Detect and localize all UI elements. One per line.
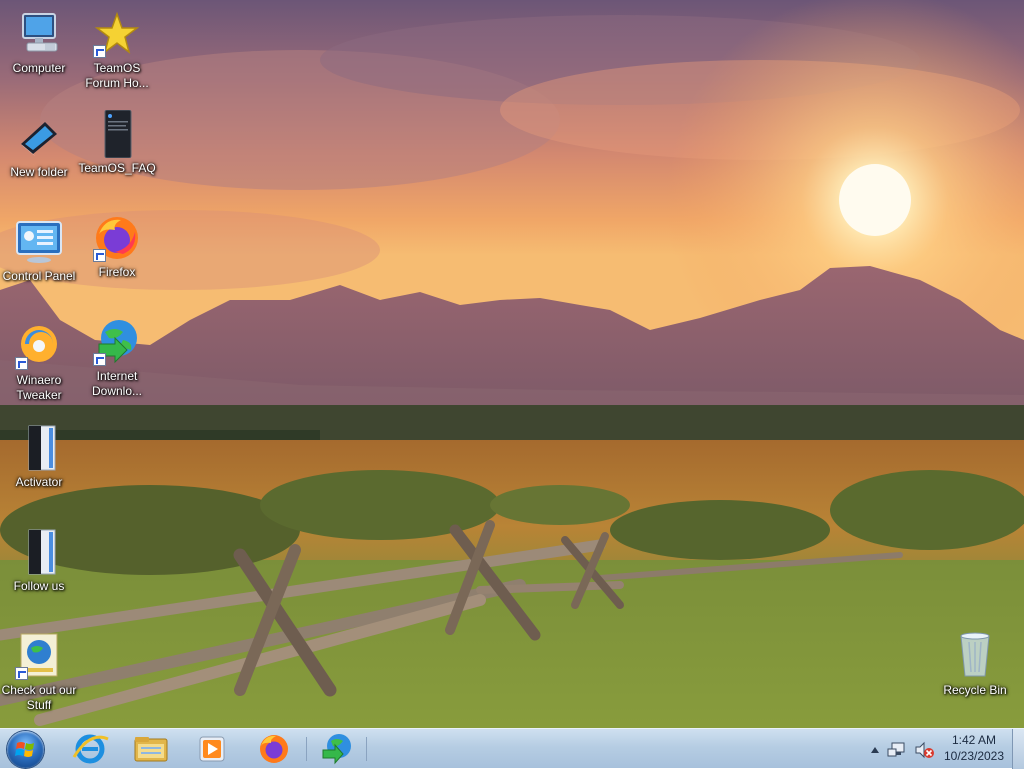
star-icon xyxy=(93,10,141,58)
desktop-icon-label: Activator xyxy=(15,475,63,489)
control-panel-icon xyxy=(15,218,63,266)
desktop-icon-firefox[interactable]: Firefox xyxy=(78,214,156,280)
book-icon xyxy=(15,424,63,472)
desktop-icon-follow-us[interactable]: Follow us xyxy=(0,528,78,594)
folder-icon xyxy=(15,114,63,162)
firefox-icon xyxy=(260,735,288,763)
desktop-icon-label: Recycle Bin xyxy=(943,683,1007,697)
computer-icon xyxy=(15,10,63,58)
taskbar-internet-download-manager[interactable] xyxy=(311,731,363,767)
clock-date: 10/23/2023 xyxy=(943,749,1005,763)
volume-muted-icon[interactable] xyxy=(915,741,934,759)
show-desktop-button[interactable] xyxy=(1012,729,1024,769)
shortcut-arrow-icon xyxy=(15,667,28,680)
system-tray xyxy=(864,729,934,769)
taskbar-firefox[interactable] xyxy=(248,731,300,767)
globe-download-icon xyxy=(322,734,351,765)
desktop-icon-control-panel[interactable]: Control Panel xyxy=(0,218,78,284)
book-icon xyxy=(15,528,63,576)
desktop-icon-label: Control Panel xyxy=(2,269,76,283)
desktop-icon-label: Winaero Tweaker xyxy=(16,373,62,402)
desktop-icon-recycle-bin[interactable]: Recycle Bin xyxy=(936,632,1014,698)
internet-explorer-icon xyxy=(72,734,109,764)
winaero-tweaker-icon xyxy=(15,322,63,370)
desktop-icon-winaero-tweaker[interactable]: Winaero Tweaker xyxy=(0,322,78,403)
desktop-icon-new-folder[interactable]: New folder xyxy=(0,114,78,180)
desktop-icon-internet-download-manager[interactable]: Internet Downlo... xyxy=(78,318,156,399)
shortcut-arrow-icon xyxy=(93,249,106,262)
shortcut-arrow-icon xyxy=(93,45,106,58)
desktop-icon-label: Check out our Stuff xyxy=(1,683,77,712)
desktop-icon-label: New folder xyxy=(10,165,68,179)
taskbar-windows-media-player[interactable] xyxy=(186,731,238,767)
media-player-icon xyxy=(199,736,225,762)
taskbar-separator xyxy=(366,737,367,761)
firefox-icon xyxy=(93,214,141,262)
desktop-icon-label: Follow us xyxy=(13,579,65,593)
desktop-icon-check-out-our-stuff[interactable]: Check out our Stuff xyxy=(0,632,78,713)
recycle-bin-icon xyxy=(951,632,999,680)
start-button[interactable] xyxy=(7,731,44,768)
windows-logo-icon xyxy=(15,742,34,757)
clock-time: 1:42 AM xyxy=(951,733,997,747)
desktop-icon-teamos-faq[interactable]: TeamOS_FAQ xyxy=(78,109,156,176)
shortcut-arrow-icon xyxy=(93,353,106,366)
desktop-icon-computer[interactable]: Computer xyxy=(0,10,78,76)
globe-download-icon xyxy=(93,318,141,366)
taskbar-internet-explorer[interactable] xyxy=(64,731,116,767)
shortcut-arrow-icon xyxy=(15,357,28,370)
taskbar-clock[interactable]: 1:42 AM 10/23/2023 xyxy=(936,732,1012,764)
web-globe-icon xyxy=(15,632,63,680)
document-icon xyxy=(93,109,141,159)
desktop-icon-teamos-forum[interactable]: TeamOS Forum Ho... xyxy=(78,10,156,91)
desktop-icon-label: Internet Downlo... xyxy=(91,369,143,398)
desktop-icon-label: TeamOS_FAQ xyxy=(78,161,156,175)
taskbar: 1:42 AM 10/23/2023 xyxy=(0,728,1024,769)
network-icon[interactable] xyxy=(887,742,905,757)
desktop-icon-activator[interactable]: Activator xyxy=(0,424,78,490)
folder-icon xyxy=(134,737,168,762)
taskbar-windows-explorer[interactable] xyxy=(125,731,177,767)
show-hidden-icons-icon[interactable] xyxy=(871,747,879,753)
desktop-icon-label: Computer xyxy=(12,61,66,75)
desktop-icon-label: Firefox xyxy=(98,265,136,279)
desktop-icon-label: TeamOS Forum Ho... xyxy=(85,61,149,90)
taskbar-separator xyxy=(306,737,307,761)
